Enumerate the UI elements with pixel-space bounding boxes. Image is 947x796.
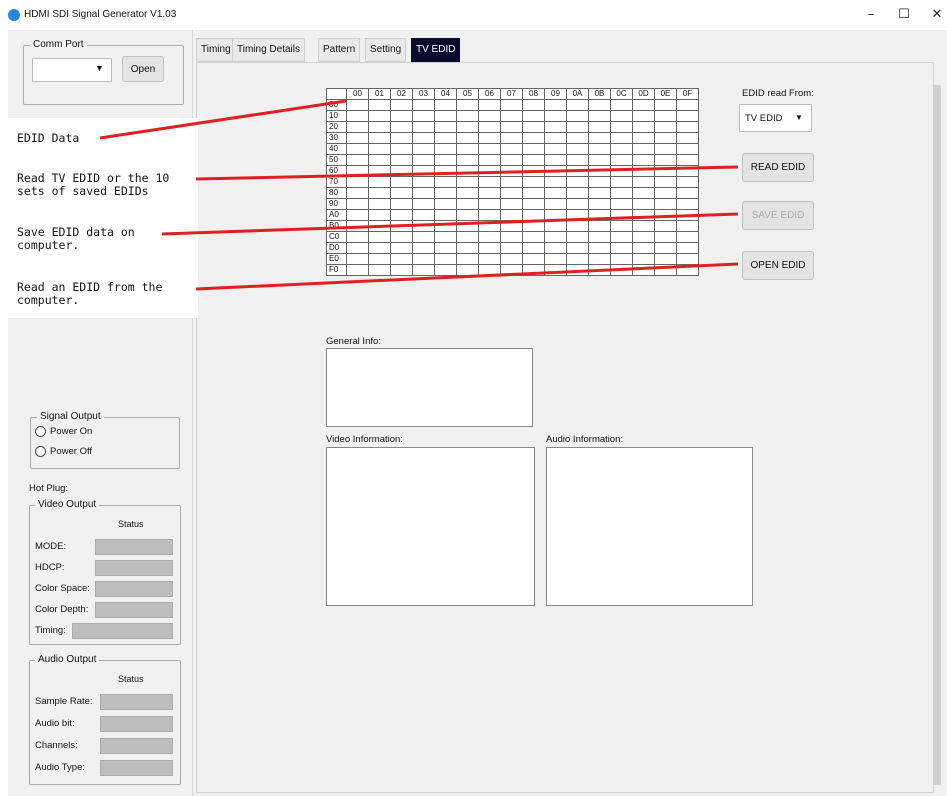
annotation-line-save-edid — [161, 212, 739, 236]
annotation-lines — [99, 99, 739, 291]
annotation-line-read-edid — [195, 165, 739, 181]
annotation-line-open-edid — [195, 262, 739, 291]
annotation-line-edid-data — [99, 99, 347, 140]
